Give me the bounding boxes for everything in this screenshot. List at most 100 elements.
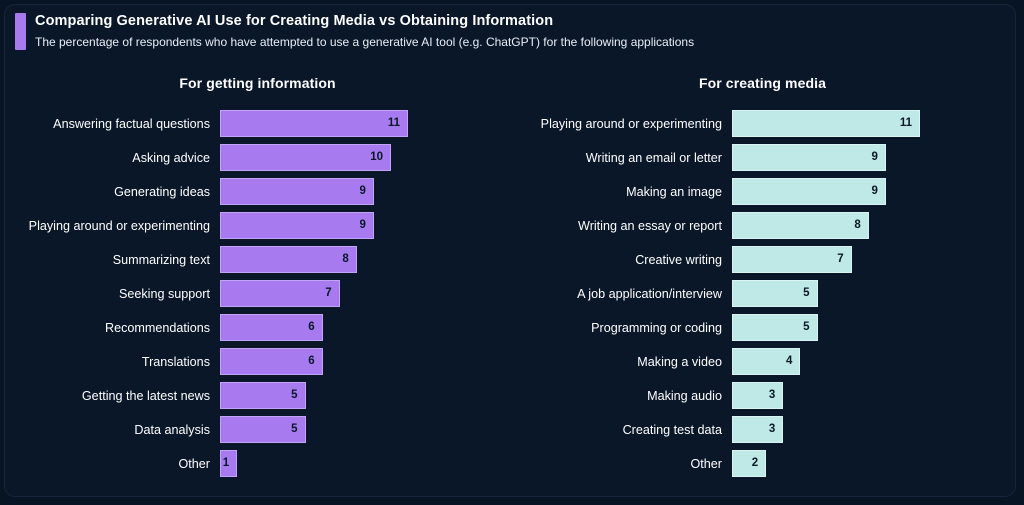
bar-value-label: 3 xyxy=(768,422,776,435)
chart-header: Comparing Generative AI Use for Creating… xyxy=(5,5,1015,59)
bar[interactable]: 3 xyxy=(732,382,784,409)
bar[interactable]: 9 xyxy=(220,178,374,205)
bar-row: Writing an essay or report 8 xyxy=(510,209,1015,243)
bar-row: Making audio 3 xyxy=(510,379,1015,413)
header-text-block: Comparing Generative AI Use for Creating… xyxy=(35,12,1001,51)
bar-value-label: 9 xyxy=(871,184,878,197)
bar-category-label: Playing around or experimenting xyxy=(28,219,210,233)
bar-track: 5 xyxy=(220,379,510,413)
bar[interactable]: 9 xyxy=(220,212,374,239)
bar-row: Other 2 xyxy=(510,447,1015,481)
bar-row: Seeking support 7 xyxy=(5,277,510,311)
bar-value-label: 11 xyxy=(387,116,401,129)
bar[interactable]: 6 xyxy=(220,348,323,375)
bar-track: 5 xyxy=(220,413,510,447)
bar[interactable]: 3 xyxy=(732,416,784,443)
bar-value-label: 5 xyxy=(803,320,810,333)
bar-row: Making a video 4 xyxy=(510,345,1015,379)
bar-value-label: 5 xyxy=(291,422,298,435)
bar-category-label: Making a video xyxy=(637,355,722,369)
bar-category-label: Translations xyxy=(141,355,210,369)
bar-value-label: 6 xyxy=(308,354,315,367)
bar-track: 7 xyxy=(732,243,1015,277)
bar-row: Creating test data 3 xyxy=(510,413,1015,447)
bar-track: 4 xyxy=(732,345,1015,379)
bar-category-label: Programming or coding xyxy=(591,321,722,335)
bar[interactable]: 1 xyxy=(220,450,238,477)
bar-value-label: 8 xyxy=(854,218,861,231)
bar-category-label: Answering factual questions xyxy=(53,117,210,131)
bar-track: 9 xyxy=(220,209,510,243)
bar-track: 8 xyxy=(220,243,510,277)
bar[interactable]: 8 xyxy=(732,212,869,239)
bar-row: Playing around or experimenting 11 xyxy=(510,107,1015,141)
bar-row: Other 1 xyxy=(5,447,510,481)
bar-chart-creating-media: Playing around or experimenting 11 Writing… xyxy=(510,107,1015,481)
bar-value-label: 2 xyxy=(751,456,759,469)
chart-panel-getting-information: For getting information Answering factua… xyxy=(5,59,510,496)
bar-category-label: Seeking support xyxy=(118,287,210,301)
bar-category-label: Making audio xyxy=(647,389,722,403)
bar[interactable]: 5 xyxy=(220,382,306,409)
chart-title-creating-media: For creating media xyxy=(698,75,827,91)
bar-row: Generating ideas 9 xyxy=(5,175,510,209)
bar[interactable]: 6 xyxy=(220,314,323,341)
bar[interactable]: 9 xyxy=(732,144,886,171)
bar-row: Summarizing text 8 xyxy=(5,243,510,277)
bar-category-label: Playing around or experimenting xyxy=(540,117,722,131)
bar-category-label: A job application/interview xyxy=(577,287,722,301)
bar-track: 6 xyxy=(220,345,510,379)
bar-track: 9 xyxy=(220,175,510,209)
bar-category-label: Creating test data xyxy=(622,423,722,437)
bar-track: 10 xyxy=(220,141,510,175)
bar-row: Translations 6 xyxy=(5,345,510,379)
bar-value-label: 4 xyxy=(785,354,793,367)
bar[interactable]: 10 xyxy=(220,144,391,171)
bar-row: Creative writing 7 xyxy=(510,243,1015,277)
bar-row: Writing an email or letter 9 xyxy=(510,141,1015,175)
bar-category-label: Writing an essay or report xyxy=(578,219,722,233)
bar-value-label: 9 xyxy=(871,150,878,163)
bar-value-label: 10 xyxy=(370,150,383,163)
chart-panel-creating-media: For creating media Playing around or exp… xyxy=(510,59,1015,496)
bar-row: Asking advice 10 xyxy=(5,141,510,175)
bar[interactable]: 5 xyxy=(732,280,818,307)
bar-track: 9 xyxy=(732,141,1015,175)
bar-track: 8 xyxy=(732,209,1015,243)
bar-track: 5 xyxy=(732,277,1015,311)
bar-value-label: 1 xyxy=(222,456,230,469)
bar-category-label: Other xyxy=(690,457,723,471)
bar-value-label: 11 xyxy=(899,116,913,129)
bar-value-label: 8 xyxy=(342,252,349,265)
chart-title-getting-information: For getting information xyxy=(179,75,336,91)
bar-track: 11 xyxy=(732,107,1015,141)
bar[interactable]: 7 xyxy=(220,280,340,307)
bar-row: Getting the latest news 5 xyxy=(5,379,510,413)
bar[interactable]: 4 xyxy=(732,348,801,375)
bar[interactable]: 11 xyxy=(220,110,409,137)
accent-bar-icon xyxy=(15,13,26,50)
bar-row: Data analysis 5 xyxy=(5,413,510,447)
bar-value-label: 5 xyxy=(803,286,810,299)
bar-category-label: Getting the latest news xyxy=(81,389,210,403)
bar[interactable]: 8 xyxy=(220,246,357,273)
bar-category-label: Generating ideas xyxy=(114,185,210,199)
bar[interactable]: 5 xyxy=(220,416,306,443)
bar-category-label: Writing an email or letter xyxy=(585,151,722,165)
bar[interactable]: 2 xyxy=(732,450,767,477)
bar-track: 5 xyxy=(732,311,1015,345)
bar[interactable]: 5 xyxy=(732,314,818,341)
bar-track: 7 xyxy=(220,277,510,311)
bar-chart-getting-information: Answering factual questions 11 Asking advi… xyxy=(5,107,510,481)
bar[interactable]: 7 xyxy=(732,246,852,273)
bar-value-label: 3 xyxy=(768,388,776,401)
bar-row: Playing around or experimenting 9 xyxy=(5,209,510,243)
bar-value-label: 9 xyxy=(359,184,366,197)
bar-category-label: Making an image xyxy=(626,185,722,199)
bar[interactable]: 11 xyxy=(732,110,921,137)
bar-track: 3 xyxy=(732,413,1015,447)
bar[interactable]: 9 xyxy=(732,178,886,205)
charts-container: For getting information Answering factua… xyxy=(5,59,1015,496)
chart-card: Comparing Generative AI Use for Creating… xyxy=(4,4,1016,497)
bar-value-label: 5 xyxy=(291,388,298,401)
